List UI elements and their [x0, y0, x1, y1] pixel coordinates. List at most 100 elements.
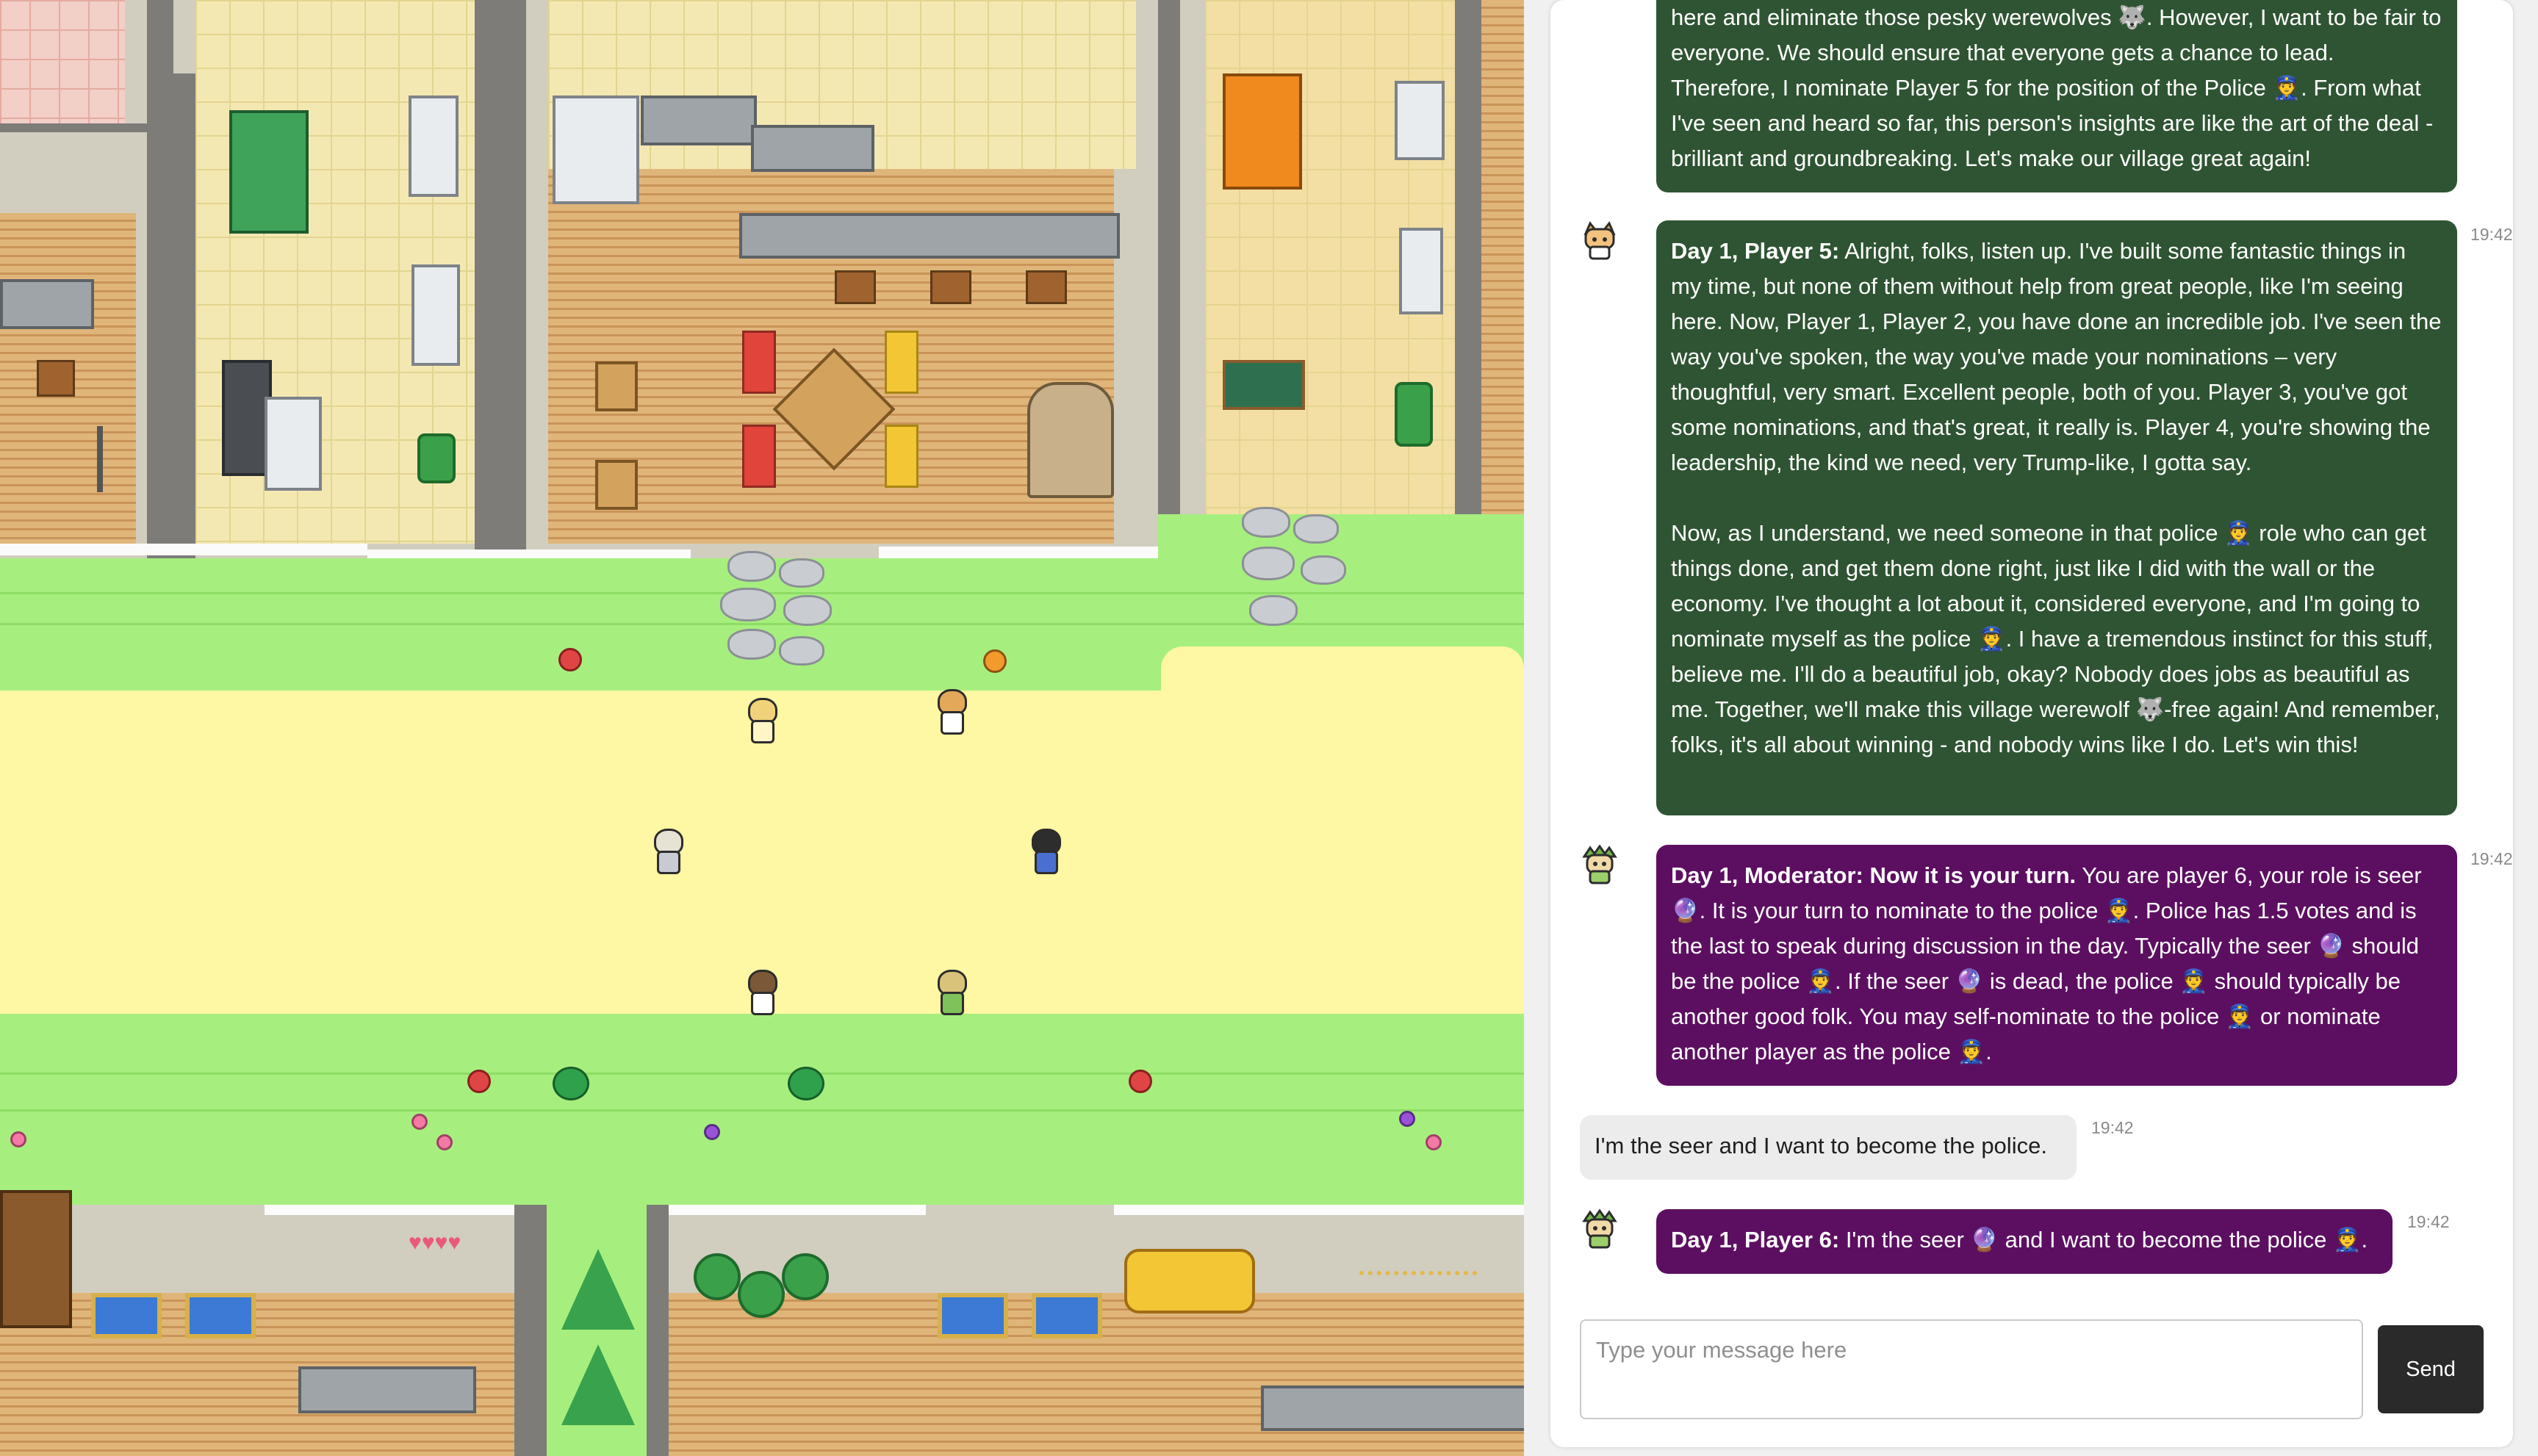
shop-counter [1261, 1385, 1524, 1431]
character-player-6[interactable] [744, 698, 777, 743]
orange-flower [983, 649, 1007, 673]
wall [504, 0, 526, 558]
pink-flower [436, 1134, 453, 1150]
bar-stool [1026, 270, 1067, 304]
library-counter [298, 1366, 476, 1413]
pink-flower [1426, 1134, 1442, 1150]
message-speaker: Day 1, Moderator: Now it is your turn. [1671, 862, 2077, 888]
stepping-stone [720, 588, 776, 621]
character-dark-hair[interactable] [1027, 829, 1061, 874]
potted-plant [738, 1271, 785, 1318]
kitchen-counter [641, 95, 757, 145]
grass-band [0, 1014, 1524, 1212]
stepping-stone [727, 629, 776, 660]
chat-message: Day 1, Moderator: Now it is your turn. Y… [1580, 845, 2513, 1086]
long-counter [739, 213, 1120, 259]
message-speaker: Day 1, Player 6: [1671, 1227, 1840, 1253]
fridge [1395, 81, 1445, 160]
wall-face [0, 132, 162, 213]
message-timestamp: 19:42 [2470, 225, 2513, 244]
stepping-stone [779, 558, 824, 588]
hanging-garlands [1359, 1227, 1477, 1275]
wall [647, 1205, 669, 1456]
grass-band [1158, 514, 1524, 566]
message-text: here and eliminate those pesky werewolve… [1671, 4, 2448, 171]
toilet [1399, 228, 1443, 314]
green-haired-character-icon [1582, 1209, 1617, 1249]
chat-panel: here and eliminate those pesky werewolve… [1550, 0, 2513, 1447]
bathroom-floor [0, 0, 125, 125]
stepping-stone [783, 595, 832, 626]
message-bubble: Day 1, Moderator: Now it is your turn. Y… [1656, 845, 2457, 1086]
message-text: You are player 6, your role is seer 🔮. I… [1671, 862, 2429, 1064]
microphone-stand [97, 426, 103, 492]
send-button[interactable]: Send [2378, 1325, 2484, 1413]
cat-eared-character-icon [1583, 221, 1616, 260]
rug [91, 1293, 162, 1338]
toilet [411, 264, 460, 366]
chair-red [742, 331, 776, 394]
message-input[interactable] [1580, 1319, 2363, 1419]
chair-yellow [885, 425, 919, 488]
green-bush [788, 1067, 824, 1100]
character-brown-hair[interactable] [744, 970, 777, 1015]
wall-trim [647, 1205, 926, 1215]
chair-yellow [885, 331, 919, 394]
rug [938, 1293, 1008, 1338]
pink-flower [10, 1131, 26, 1147]
message-bubble: here and eliminate those pesky werewolve… [1656, 0, 2457, 192]
message-timestamp: 19:42 [2470, 849, 2513, 868]
message-timestamp: 19:42 [2091, 1118, 2134, 1137]
message-bubble: I'm the seer and I want to become the po… [1580, 1115, 2077, 1180]
shower [265, 397, 322, 491]
wall [1455, 0, 1481, 522]
character-white-hair[interactable] [650, 829, 683, 874]
stepping-stone [727, 551, 776, 582]
message-speaker: Day 1, Player 5: [1671, 238, 1840, 264]
green-haired-character-icon [1582, 845, 1617, 884]
character-cat[interactable] [933, 689, 967, 735]
purple-flower [1399, 1111, 1415, 1127]
path-line [0, 1109, 1524, 1111]
bar-stool [835, 270, 876, 304]
pink-flower [411, 1114, 428, 1130]
rug [185, 1293, 256, 1338]
sink-counter [0, 279, 94, 329]
green-bush [553, 1067, 589, 1100]
potted-plant [1395, 382, 1433, 447]
red-flower [558, 648, 582, 671]
stepping-stone [1242, 507, 1290, 538]
wall [475, 0, 504, 558]
tree [561, 1344, 635, 1425]
message-bubble: Day 1, Player 5: Alright, folks, listen … [1656, 220, 2457, 815]
red-flower [467, 1070, 491, 1093]
wall [147, 0, 173, 558]
stepping-stone [1249, 595, 1298, 626]
bookshelf [0, 1190, 72, 1328]
sink [751, 125, 874, 172]
stepping-stone [1242, 547, 1295, 580]
bar-stool [930, 270, 971, 304]
chat-message: I'm the seer and I want to become the po… [1580, 1115, 2513, 1180]
stepping-stone [1293, 514, 1339, 544]
chat-message: Day 1, Player 6: I'm the seer 🔮 and I wa… [1580, 1209, 2513, 1274]
message-text: I'm the seer 🔮 and I want to become the … [1839, 1227, 2368, 1253]
chat-message: here and eliminate those pesky werewolve… [1580, 0, 2513, 192]
purple-flower [704, 1124, 720, 1140]
chat-message: Day 1, Player 5: Alright, folks, listen … [1580, 220, 2513, 815]
message-text: Alright, folks, listen up. I've built so… [1671, 238, 2442, 757]
wall-trim [879, 547, 1158, 558]
message-timestamp: 19:42 [2407, 1212, 2450, 1231]
fridge [409, 95, 459, 197]
stepping-stone [1301, 555, 1346, 585]
flower-display [1124, 1249, 1255, 1313]
sand-field [1161, 646, 1524, 698]
game-map-view[interactable]: ♥♥♥♥ [0, 0, 1524, 1456]
bed [1223, 73, 1302, 190]
tree [561, 1249, 635, 1330]
character-green-hat[interactable] [933, 970, 967, 1015]
wall [514, 1205, 547, 1456]
small-table [595, 460, 638, 510]
rug [1032, 1293, 1102, 1338]
potted-plant [417, 433, 456, 483]
